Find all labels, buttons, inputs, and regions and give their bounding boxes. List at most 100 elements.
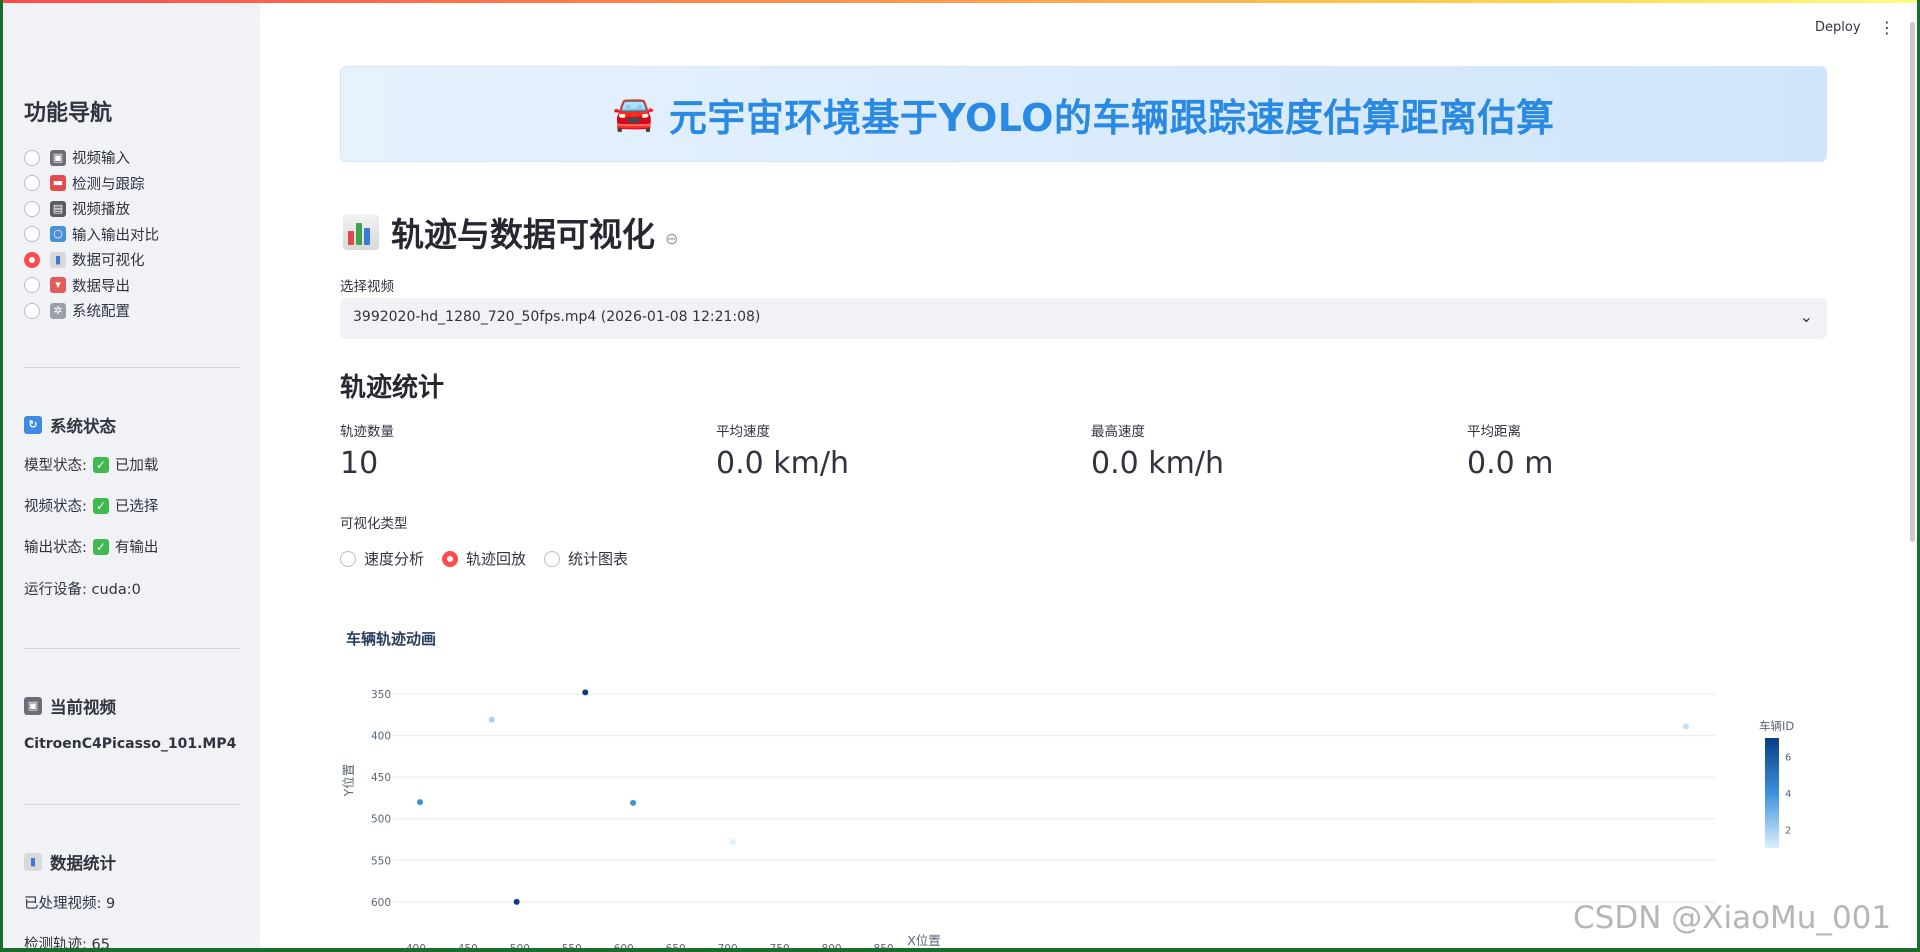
video-select-dropdown[interactable]: 3992020-hd_1280_720_50fps.mp4 (2026-01-0…	[340, 298, 1827, 339]
radio-button-selected[interactable]	[24, 251, 40, 268]
car-icon: ▬	[50, 175, 66, 192]
x-tick-label: 650	[666, 943, 686, 948]
status-label: 模型状态:	[24, 458, 87, 474]
colorbar-title: 车辆ID	[1759, 719, 1794, 733]
y-tick-label: 600	[371, 897, 391, 909]
trajectory-point	[488, 716, 495, 723]
radio-button[interactable]	[340, 550, 356, 567]
viz-option-charts[interactable]: 统计图表	[544, 548, 628, 569]
nav-label: 检测与跟踪	[72, 176, 145, 193]
radio-button[interactable]	[24, 226, 40, 243]
heading-text: 系统状态	[50, 417, 116, 436]
output-status: 输出状态: ✓ 有输出	[24, 536, 158, 557]
magnifier-icon: ○	[50, 226, 66, 243]
heading-text: 当前视频	[50, 698, 116, 717]
title-banner: 🚘 元宇宙环境基于YOLO的车辆跟踪速度估算距离估算	[340, 66, 1827, 162]
main-menu-icon[interactable]: ⋮	[1879, 18, 1895, 37]
check-icon: ✓	[92, 497, 109, 514]
deploy-button[interactable]: Deploy	[1815, 20, 1861, 35]
system-status-heading: ↻ 系统状态	[24, 413, 116, 437]
radio-button-selected[interactable]	[442, 550, 459, 567]
radio-button[interactable]	[544, 550, 561, 567]
colorbar	[1765, 738, 1779, 848]
metric-value: 0.0 m	[1467, 446, 1554, 481]
radio-button[interactable]	[24, 149, 40, 166]
video-status: 视频状态: ✓ 已选择	[24, 495, 158, 516]
nav-label: 数据导出	[72, 278, 130, 295]
y-tick-label: 450	[371, 772, 391, 784]
trajectory-point	[417, 799, 424, 806]
heading-text: 数据统计	[50, 854, 116, 873]
x-tick-label: 700	[718, 943, 738, 948]
nav-label: 数据可视化	[72, 253, 145, 270]
x-tick-label: 500	[510, 943, 530, 948]
status-label: 输出状态:	[24, 540, 87, 556]
status-value: 已选择	[114, 499, 159, 515]
x-tick-label: 600	[614, 943, 634, 948]
trajectory-point	[1682, 723, 1689, 730]
sidebar-title: 功能导航	[24, 101, 113, 126]
option-label: 统计图表	[568, 550, 629, 568]
viz-type-label: 可视化类型	[340, 516, 408, 532]
nav-item-detect-track[interactable]: ▬ 检测与跟踪	[24, 171, 159, 197]
colorbar-tick-label: 2	[1785, 826, 1791, 837]
option-label: 速度分析	[364, 550, 425, 568]
nav-item-video-play[interactable]: ▤ 视频播放	[24, 196, 159, 222]
nav-label: 输入输出对比	[72, 227, 159, 244]
sidebar-divider	[24, 367, 240, 368]
nav-item-data-export[interactable]: ▾ 数据导出	[24, 273, 159, 299]
current-video-filename: CitroenC4Picasso_101.MP4	[24, 736, 237, 752]
metric-value: 10	[340, 446, 379, 481]
banner-title: 元宇宙环境基于YOLO的车辆跟踪速度估算距离估算	[668, 95, 1555, 140]
option-label: 轨迹回放	[466, 550, 527, 568]
y-tick-label: 350	[371, 689, 391, 701]
nav-item-system-config[interactable]: ✲ 系统配置	[24, 298, 159, 324]
x-tick-label: 850	[874, 943, 894, 948]
nav-label: 系统配置	[72, 304, 130, 321]
radio-button[interactable]	[24, 175, 40, 192]
clapper-icon: ▤	[50, 200, 66, 217]
nav-item-video-input[interactable]: ▣ 视频输入	[24, 145, 159, 171]
metric-avg-distance: 平均距离 0.0 m	[1467, 420, 1553, 481]
video-select-label: 选择视频	[340, 279, 394, 295]
nav-radio-group: ▣ 视频输入 ▬ 检测与跟踪 ▤ 视频播放 ○ 输入输出对比 ▮ 数据可视化 ▾…	[24, 145, 159, 324]
x-tick-label: 400	[406, 943, 426, 948]
check-icon: ✓	[92, 538, 109, 555]
nav-item-compare[interactable]: ○ 输入输出对比	[24, 222, 159, 248]
status-label: 视频状态:	[24, 499, 87, 515]
radio-button[interactable]	[24, 277, 40, 294]
sidebar-divider	[24, 648, 240, 649]
section-title: 轨迹与数据可视化	[391, 215, 655, 254]
anchor-link-icon[interactable]: ⊖	[665, 229, 678, 248]
metric-value: 0.0 km/h	[716, 446, 849, 481]
processed-videos-count: 已处理视频: 9	[24, 896, 116, 912]
trajectory-point	[582, 689, 589, 696]
y-tick-label: 400	[371, 731, 391, 743]
nav-item-data-viz[interactable]: ▮ 数据可视化	[24, 247, 159, 273]
detected-tracks-count: 检测轨迹: 65	[24, 937, 110, 948]
gear-icon: ✲	[50, 302, 66, 319]
video-camera-icon: ▣	[24, 697, 42, 715]
refresh-icon: ↻	[24, 416, 42, 434]
viz-option-speed[interactable]: 速度分析	[340, 548, 424, 569]
colorbar-tick-label: 6	[1785, 752, 1791, 763]
sidebar: 功能导航 ▣ 视频输入 ▬ 检测与跟踪 ▤ 视频播放 ○ 输入输出对比 ▮ 数据…	[3, 3, 260, 948]
colorbar-tick-label: 4	[1785, 789, 1791, 800]
x-axis-label: X位置	[907, 933, 941, 948]
sidebar-divider	[24, 804, 240, 805]
data-stats-heading: ▮ 数据统计	[24, 850, 116, 874]
radio-button[interactable]	[24, 302, 40, 319]
metric-max-speed: 最高速度 0.0 km/h	[1091, 420, 1224, 481]
video-camera-icon: ▣	[50, 149, 66, 166]
trajectory-point	[513, 898, 520, 905]
metric-track-count: 轨迹数量 10	[340, 420, 394, 481]
viz-option-replay[interactable]: 轨迹回放	[442, 548, 526, 569]
metric-label: 轨迹数量	[340, 424, 394, 440]
radio-button[interactable]	[24, 200, 40, 217]
scrollbar[interactable]	[1910, 22, 1915, 542]
metric-label: 平均距离	[1467, 424, 1521, 440]
x-tick-label: 750	[770, 943, 790, 948]
outbox-icon: ▾	[50, 277, 66, 294]
track-stats-title: 轨迹统计	[340, 373, 445, 403]
metric-value: 0.0 km/h	[1091, 446, 1224, 481]
